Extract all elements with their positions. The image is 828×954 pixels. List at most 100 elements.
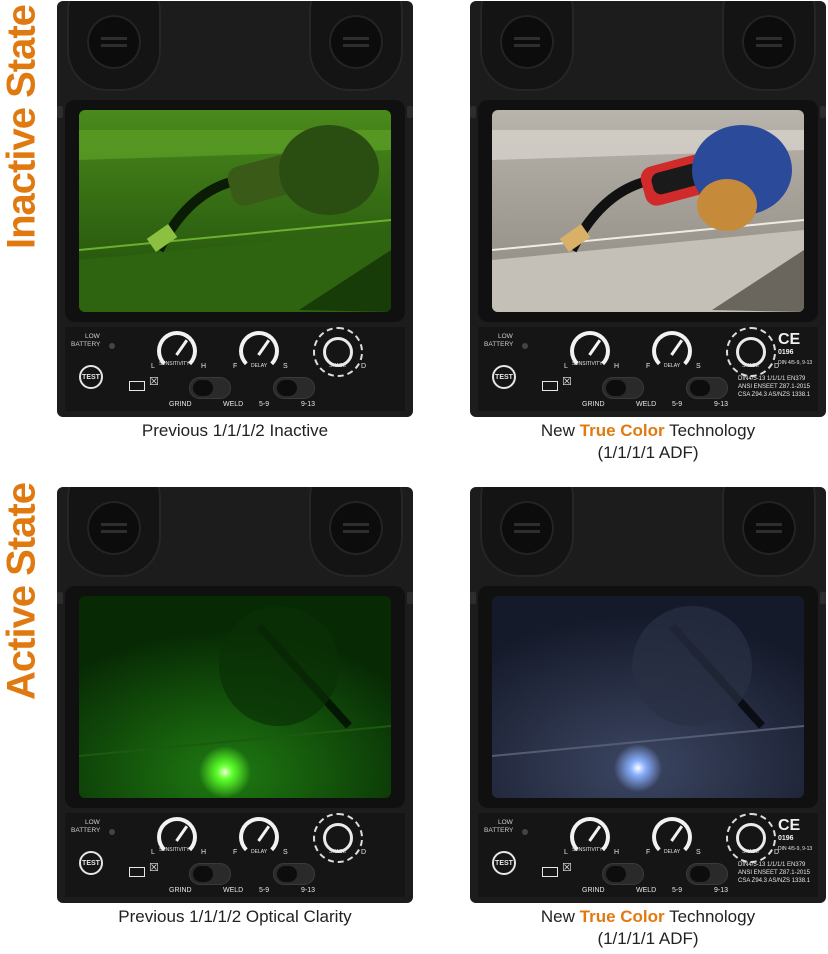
- knob-icon: [87, 501, 141, 555]
- shade-range-switch[interactable]: [273, 863, 315, 885]
- shade-range-switch[interactable]: [273, 377, 315, 399]
- shade-label: SHADE: [742, 849, 760, 855]
- delay-high-label: S: [283, 363, 288, 370]
- dial-pointer: [588, 339, 602, 356]
- control-panel: LOW BATTERY TEST ☒ L SENSITIVITY H F DEL…: [478, 327, 818, 411]
- grind-weld-switch[interactable]: [602, 863, 644, 885]
- helmet-active-new: LOW BATTERY TEST ☒ L SENSITIVITY H F DEL…: [470, 487, 826, 903]
- delay-low-label: F: [233, 849, 238, 856]
- test-button[interactable]: TEST: [492, 365, 516, 389]
- screw-icon: [407, 106, 413, 118]
- range-low-label: 5-9: [259, 887, 270, 894]
- range-low-label: 5-9: [259, 401, 270, 408]
- dial-pointer: [257, 339, 271, 356]
- sensitivity-low-label: L: [564, 849, 568, 856]
- dial-pointer: [588, 825, 602, 842]
- manual-icon: [542, 381, 558, 391]
- test-button[interactable]: TEST: [79, 851, 103, 875]
- recycle-bin-icon: ☒: [149, 376, 159, 388]
- caption-text: Previous 1/1/1/2 Optical Clarity: [118, 907, 352, 926]
- manual-icon: [129, 381, 145, 391]
- lens-frame: [65, 586, 405, 808]
- top-right-mount: [722, 1, 816, 91]
- delay-label: DELAY: [664, 849, 681, 855]
- side-label-inactive: Inactive State: [0, 5, 44, 249]
- battery-label: LOW: [85, 819, 100, 826]
- weld-label: WELD: [636, 887, 657, 894]
- side-label-active: Active State: [0, 483, 44, 701]
- screw-icon: [820, 106, 826, 118]
- shade-label: SHADE: [329, 363, 347, 369]
- lens-view: [492, 110, 804, 312]
- sensitivity-label: SENSITIVITY: [572, 847, 603, 853]
- delay-high-label: S: [696, 849, 701, 856]
- top-right-mount: [309, 487, 403, 577]
- shade-dial[interactable]: SHADE: [313, 327, 363, 377]
- delay-label: DELAY: [251, 849, 268, 855]
- standards-text: DIN4/5-13 1/1/1/1 EN379 ANSI ENSEET Z87.…: [738, 375, 810, 399]
- battery-label: LOW: [498, 819, 513, 826]
- delay-low-label: F: [233, 363, 238, 370]
- test-button[interactable]: TEST: [492, 851, 516, 875]
- grind-weld-switch[interactable]: [189, 863, 231, 885]
- standards-line: DIN4/5-13 1/1/1/1 EN379: [738, 376, 806, 382]
- delay-label: DELAY: [251, 363, 268, 369]
- helmet-inactive-new: LOW BATTERY TEST ☒ L SENSITIVITY H F DEL…: [470, 1, 826, 417]
- dial-pointer: [175, 339, 189, 356]
- caption-prefix: New: [540, 421, 580, 440]
- din-text: DIN 4/5-9, 9-13: [778, 360, 813, 366]
- delay-high-label: S: [283, 849, 288, 856]
- lens-frame: [65, 100, 405, 322]
- range-high-label: 9-13: [714, 401, 729, 408]
- helmet-active-previous: LOW BATTERY TEST ☒ L SENSITIVITY H F DEL…: [57, 487, 413, 903]
- knob-icon: [329, 501, 383, 555]
- battery-label: LOW: [498, 333, 513, 340]
- manual-icon: [129, 867, 145, 877]
- shade-dial[interactable]: SHADE: [726, 327, 776, 377]
- helmet-inactive-previous: LOW BATTERY TEST ☒ L SENSITIVITY H F DEL…: [57, 1, 413, 417]
- shade-range-switch[interactable]: [686, 377, 728, 399]
- knob-icon: [500, 501, 554, 555]
- top-left-mount: [67, 1, 161, 91]
- screw-icon: [470, 106, 476, 118]
- range-low-label: 5-9: [672, 401, 683, 408]
- knob-icon: [329, 15, 383, 69]
- shade-dial[interactable]: SHADE: [313, 813, 363, 863]
- battery-indicator: LOW BATTERY: [71, 819, 115, 835]
- grind-weld-switch[interactable]: [189, 377, 231, 399]
- sensitivity-high-label: H: [201, 849, 207, 856]
- screw-icon: [57, 592, 63, 604]
- caption-highlight: True Color: [579, 907, 665, 926]
- caption-active-previous: Previous 1/1/1/2 Optical Clarity: [57, 906, 413, 928]
- lens-frame: [478, 586, 818, 808]
- screw-icon: [820, 592, 826, 604]
- battery-led-icon: [522, 829, 528, 835]
- knob-icon: [87, 15, 141, 69]
- battery-label: BATTERY: [484, 341, 514, 348]
- battery-led-icon: [522, 343, 528, 349]
- weld-label: WELD: [223, 887, 244, 894]
- caption-inactive-previous: Previous 1/1/1/2 Inactive: [57, 420, 413, 442]
- control-panel: LOW BATTERY TEST ☒ L SENSITIVITY H F DEL…: [65, 327, 405, 411]
- grind-label: GRIND: [169, 401, 192, 408]
- ce-code: 0196: [778, 349, 794, 356]
- test-button[interactable]: TEST: [79, 365, 103, 389]
- shade-dial[interactable]: SHADE: [726, 813, 776, 863]
- ce-mark: CE: [778, 817, 801, 834]
- range-high-label: 9-13: [301, 401, 316, 408]
- lens-view: [79, 110, 391, 312]
- caption-suffix: Technology: [664, 421, 756, 440]
- battery-led-icon: [109, 829, 115, 835]
- shade-d-label: D: [361, 363, 367, 370]
- grind-weld-switch[interactable]: [602, 377, 644, 399]
- grind-label: GRIND: [169, 887, 192, 894]
- range-low-label: 5-9: [672, 887, 683, 894]
- shade-range-switch[interactable]: [686, 863, 728, 885]
- caption-inactive-new: New True Color Technology (1/1/1/1 ADF): [470, 420, 826, 464]
- control-panel: LOW BATTERY TEST ☒ L SENSITIVITY H F DEL…: [478, 813, 818, 897]
- delay-low-label: F: [646, 363, 651, 370]
- battery-led-icon: [109, 343, 115, 349]
- caption-highlight: True Color: [579, 421, 665, 440]
- caption-line-2: (1/1/1/1 ADF): [597, 443, 699, 462]
- battery-indicator: LOW BATTERY: [71, 333, 115, 349]
